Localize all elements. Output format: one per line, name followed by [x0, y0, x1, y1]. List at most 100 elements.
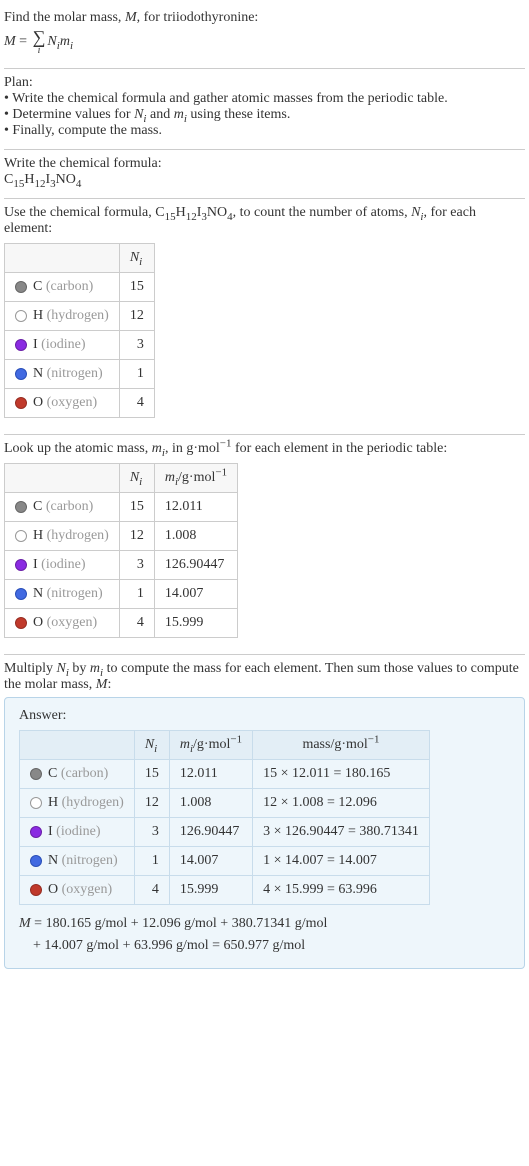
- elem-name: (hydrogen): [47, 528, 109, 543]
- cell-elem: I (iodine): [20, 818, 135, 847]
- element-dot-icon: [15, 530, 27, 542]
- masses-m: m: [152, 441, 162, 456]
- cf2-H-n: 12: [186, 211, 197, 223]
- cell-n: 12: [134, 789, 169, 818]
- cf2-C: C: [155, 205, 164, 220]
- table-row: H (hydrogen) 12: [5, 302, 155, 331]
- table-row: C (carbon)1512.011: [5, 493, 238, 522]
- elem-sym: H: [48, 795, 58, 810]
- cell-n: 3: [134, 818, 169, 847]
- count-post-pre: , to count the number of atoms,: [233, 205, 411, 220]
- cell-n: 4: [119, 609, 154, 638]
- plan-title: Plan:: [4, 75, 525, 91]
- element-dot-icon: [15, 397, 27, 409]
- th-unit: /g·mol: [178, 470, 215, 485]
- cell-elem: N (nitrogen): [5, 360, 120, 389]
- masses-post: for each element in the periodic table:: [232, 441, 448, 456]
- table-row: C (carbon)1512.01115 × 12.011 = 180.165: [20, 760, 430, 789]
- section-intro: Find the molar mass, M , for triiodothyro…: [4, 4, 525, 69]
- element-dot-icon: [15, 339, 27, 351]
- plan-b2-mid: and: [146, 107, 173, 122]
- table-row: N (nitrogen)114.0071 × 14.007 = 14.007: [20, 847, 430, 876]
- cf2-C-n: 15: [165, 211, 176, 223]
- th-blank: [5, 244, 120, 273]
- cell-elem: I (iodine): [5, 331, 120, 360]
- section-compute: Multiply Ni by mi to compute the mass fo…: [4, 655, 525, 979]
- cell-elem: O (oxygen): [20, 876, 135, 905]
- cell-elem: I (iodine): [5, 551, 120, 580]
- elem-sym: C: [33, 499, 42, 514]
- cell-m: 15.999: [169, 876, 252, 905]
- cf-H-n: 12: [34, 178, 45, 190]
- elem-sym: O: [48, 882, 58, 897]
- cell-val: 3: [119, 331, 154, 360]
- element-dot-icon: [15, 310, 27, 322]
- cell-n: 4: [134, 876, 169, 905]
- cell-elem: H (hydrogen): [5, 522, 120, 551]
- cell-n: 15: [134, 760, 169, 789]
- elem-name: (hydrogen): [47, 308, 109, 323]
- cell-elem: O (oxygen): [5, 609, 120, 638]
- elem-name: (carbon): [46, 499, 93, 514]
- masses-exp: −1: [220, 437, 232, 449]
- th-m: m: [180, 737, 190, 752]
- table-row: N (nitrogen)1: [5, 360, 155, 389]
- count-text: Use the chemical formula, C15H12I3NO4, t…: [4, 205, 525, 237]
- elem-sym: C: [48, 766, 57, 781]
- element-dot-icon: [30, 797, 42, 809]
- cell-val: 1: [119, 360, 154, 389]
- answer-table: Ni mi/g·mol−1 mass/g·mol−1 C (carbon)151…: [19, 730, 430, 905]
- elem-name: (carbon): [46, 279, 93, 294]
- table-header-row: Ni mi/g·mol−1 mass/g·mol−1: [20, 731, 430, 760]
- cell-n: 15: [119, 493, 154, 522]
- cell-mass: 4 × 15.999 = 63.996: [253, 876, 430, 905]
- cell-val: 4: [119, 389, 154, 418]
- count-formula: C15H12I3NO4: [155, 205, 232, 220]
- table-row: C (carbon)15: [5, 273, 155, 302]
- table-row: H (hydrogen)121.00812 × 1.008 = 12.096: [20, 789, 430, 818]
- masses-pre: Look up the atomic mass,: [4, 441, 152, 456]
- cell-val: 12: [119, 302, 154, 331]
- element-dot-icon: [30, 884, 42, 896]
- result-line1: = 180.165 g/mol + 12.096 g/mol + 380.713…: [31, 916, 328, 931]
- elem-sym: N: [48, 853, 58, 868]
- formula-M: M: [4, 34, 16, 49]
- cell-n: 1: [119, 580, 154, 609]
- th-mass: mass/g·mol−1: [253, 731, 430, 760]
- cell-m: 1.008: [169, 789, 252, 818]
- th-mass-exp: −1: [368, 733, 380, 745]
- elem-name: (nitrogen): [47, 366, 103, 381]
- result-line2: + 14.007 g/mol + 63.996 g/mol = 650.977 …: [33, 938, 305, 953]
- elem-name: (nitrogen): [62, 853, 118, 868]
- elem-name: (hydrogen): [62, 795, 124, 810]
- th-exp: −1: [215, 466, 227, 478]
- table-header-row: Ni mi/g·mol−1: [5, 464, 238, 493]
- cell-m: 15.999: [154, 609, 237, 638]
- elem-name: (oxygen): [47, 395, 98, 410]
- intro-text: Find the molar mass,: [4, 10, 125, 25]
- compute-Mvar: M: [96, 677, 108, 692]
- element-dot-icon: [15, 617, 27, 629]
- table-row: O (oxygen)4: [5, 389, 155, 418]
- th-i: i: [154, 743, 157, 755]
- cell-elem: N (nitrogen): [20, 847, 135, 876]
- plan-b2-m: m: [174, 107, 184, 122]
- th-Ni: Ni: [119, 464, 154, 493]
- formula-eq: =: [16, 34, 31, 49]
- table-row: H (hydrogen)121.008: [5, 522, 238, 551]
- plan-bullet-3: • Finally, compute the mass.: [4, 123, 525, 139]
- elem-name: (carbon): [61, 766, 108, 781]
- th-i: i: [139, 476, 142, 488]
- elem-sym: H: [33, 308, 43, 323]
- cell-elem: C (carbon): [5, 493, 120, 522]
- element-dot-icon: [15, 559, 27, 571]
- element-dot-icon: [30, 826, 42, 838]
- cell-mass: 3 × 126.90447 = 380.71341: [253, 818, 430, 847]
- intro-line: Find the molar mass, M, for triiodothyro…: [4, 10, 525, 26]
- intro-rest: , for triiodothyronine:: [137, 10, 259, 25]
- plan-bullet-2: • Determine values for Ni and mi using t…: [4, 107, 525, 123]
- masses-mid: , in g·mol: [165, 441, 220, 456]
- cell-elem: C (carbon): [5, 273, 120, 302]
- cell-m: 12.011: [169, 760, 252, 789]
- answer-result: M = 180.165 g/mol + 12.096 g/mol + 380.7…: [19, 913, 510, 958]
